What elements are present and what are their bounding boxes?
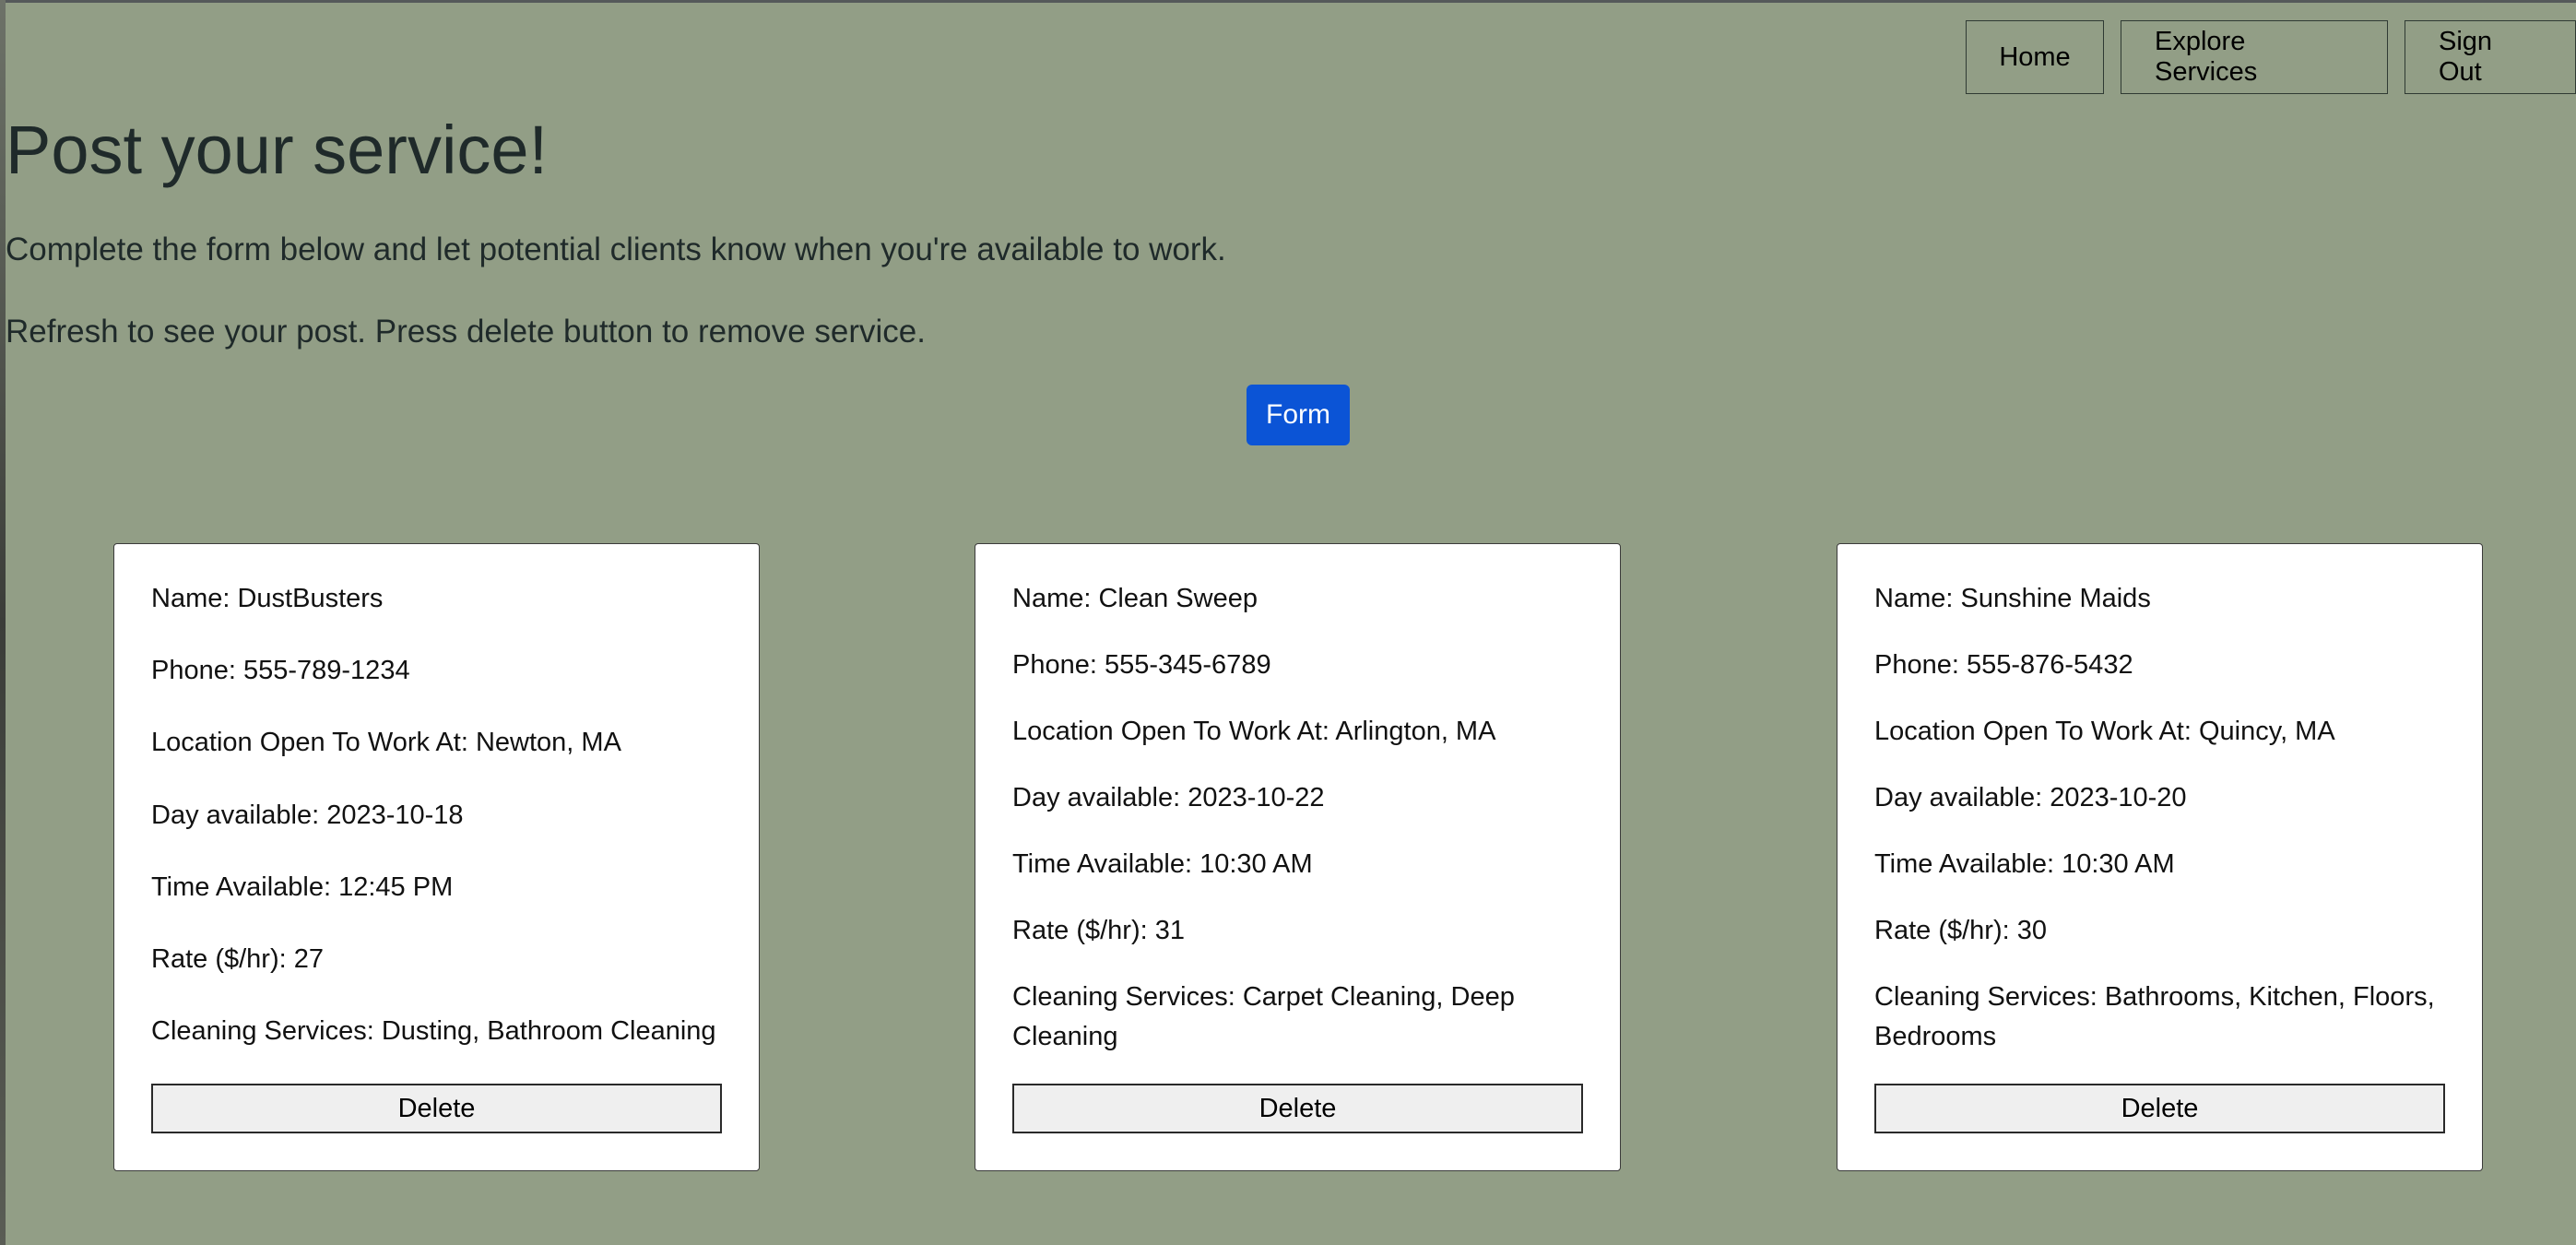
nav-explore-services-button[interactable]: Explore Services: [2121, 20, 2388, 94]
service-name: Name: Clean Sweep: [1012, 584, 1258, 613]
service-location: Location Open To Work At: Arlington, MA: [1012, 717, 1496, 746]
nav-home-button[interactable]: Home: [1966, 20, 2104, 94]
delete-button[interactable]: Delete: [1874, 1084, 2445, 1133]
service-cleaning-services: Cleaning Services: Dusting, Bathroom Cle…: [151, 1016, 716, 1046]
service-time: Time Available: 12:45 PM: [151, 872, 454, 902]
delete-button[interactable]: Delete: [151, 1084, 722, 1133]
service-rate: Rate ($/hr): 31: [1012, 916, 1185, 945]
service-phone: Phone: 555-876-5432: [1874, 650, 2133, 680]
delete-button[interactable]: Delete: [1012, 1084, 1583, 1133]
service-card: Name: Sunshine Maids Phone: 555-876-5432…: [1837, 543, 2483, 1171]
nav-sign-out-button[interactable]: Sign Out: [2405, 20, 2576, 94]
form-button[interactable]: Form: [1247, 385, 1350, 445]
service-day: Day available: 2023-10-20: [1874, 783, 2187, 812]
service-cleaning-services: Cleaning Services: Bathrooms, Kitchen, F…: [1874, 982, 2435, 1051]
service-location: Location Open To Work At: Newton, MA: [151, 728, 621, 757]
service-time: Time Available: 10:30 AM: [1012, 849, 1313, 879]
window-top-border: [0, 0, 2576, 3]
service-time: Time Available: 10:30 AM: [1874, 849, 2175, 879]
service-name: Name: Sunshine Maids: [1874, 584, 2151, 613]
service-card: Name: DustBusters Phone: 555-789-1234 Lo…: [113, 543, 760, 1171]
service-rate: Rate ($/hr): 27: [151, 944, 324, 974]
service-card: Name: Clean Sweep Phone: 555-345-6789 Lo…: [975, 543, 1621, 1171]
service-cleaning-services: Cleaning Services: Carpet Cleaning, Deep…: [1012, 982, 1515, 1051]
service-day: Day available: 2023-10-22: [1012, 783, 1325, 812]
service-phone: Phone: 555-789-1234: [151, 656, 410, 685]
service-day: Day available: 2023-10-18: [151, 800, 464, 830]
service-name: Name: DustBusters: [151, 584, 384, 613]
intro-text-complete-form: Complete the form below and let potentia…: [6, 231, 1226, 267]
page-title: Post your service!: [6, 112, 549, 188]
service-phone: Phone: 555-345-6789: [1012, 650, 1271, 680]
top-nav: Home Explore Services Sign Out: [1966, 20, 2576, 94]
intro-text-refresh: Refresh to see your post. Press delete b…: [6, 314, 926, 350]
service-rate: Rate ($/hr): 30: [1874, 916, 2047, 945]
service-location: Location Open To Work At: Quincy, MA: [1874, 717, 2335, 746]
